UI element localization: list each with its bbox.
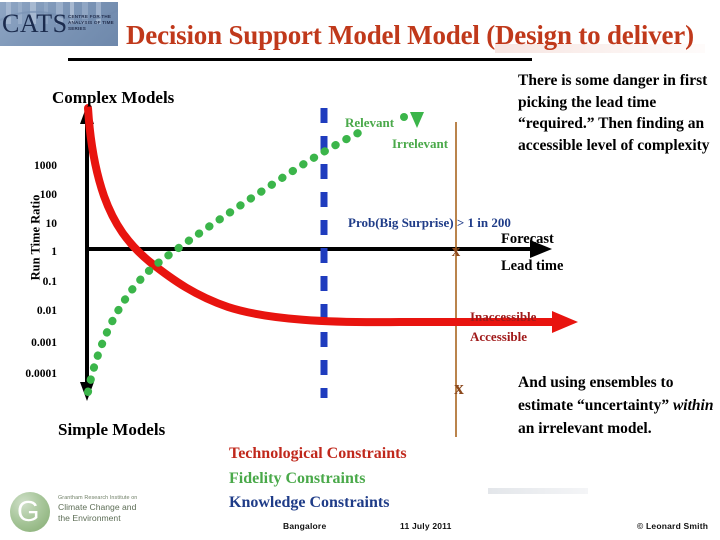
grantham-logo: G Grantham Research Institute on Climate… (10, 490, 200, 535)
grantham-line2: Climate Change and (58, 502, 137, 512)
accessible-label: Accessible (470, 329, 528, 344)
inaccessible-label: Inaccessible (470, 309, 537, 324)
marker-x-lower: x (454, 378, 464, 399)
y-tick-100: 100 (39, 189, 57, 201)
y-tick-0-01: 0.01 (36, 305, 57, 317)
technological-curve-arrow (552, 311, 578, 333)
probability-annotation: Prob(Big Surprise) > 1 in 200 (348, 215, 511, 230)
marker-x-axis: x (452, 241, 461, 260)
x-axis-label-lead-time: Lead time (501, 258, 564, 274)
grantham-circle-icon: G (10, 492, 50, 532)
x-axis-label-forecast: Forecast (501, 231, 554, 247)
y-tick-10: 10 (45, 218, 58, 230)
relevant-label: Relevant (345, 115, 395, 130)
relevance-curve-arrow (410, 112, 424, 128)
note-bottom: And using ensembles to estimate “uncerta… (518, 371, 720, 440)
constraint-knowledge: Knowledge Constraints (229, 494, 390, 511)
constraint-technological: Technological Constraints (229, 445, 407, 462)
constraint-fidelity: Fidelity Constraints (229, 470, 366, 487)
footer-copyright: © Leonard Smith (637, 521, 709, 531)
simple-models-label: Simple Models (58, 420, 166, 439)
note-bottom-emphasis: within (672, 397, 714, 414)
footer-place: Bangalore (283, 521, 327, 531)
y-tick-0-0001: 0.0001 (25, 368, 57, 380)
slide: CATS CENTRE FOR THE ANALYSIS OF TIME SER… (0, 0, 720, 540)
grantham-line3: the Environment (58, 513, 121, 523)
irrelevant-label: Irrelevant (392, 136, 449, 151)
note-top: There is some danger in first picking th… (518, 72, 710, 154)
grantham-line1: Grantham Research Institute on (58, 495, 138, 501)
relevance-curve-dot (400, 113, 408, 121)
grantham-monogram: G (17, 496, 40, 528)
note-bottom-part2: an irrelevant model. (518, 420, 652, 437)
note-bottom-part1: And using ensembles to estimate “uncerta… (518, 374, 674, 414)
y-tick-0-1: 0.1 (42, 276, 57, 288)
y-tick-1000: 1000 (34, 160, 57, 172)
grantham-logo-text: Grantham Research Institute on Climate C… (58, 494, 198, 524)
y-tick-0-001: 0.001 (31, 337, 57, 349)
y-tick-1: 1 (51, 246, 57, 258)
complex-models-label: Complex Models (52, 88, 175, 107)
footer-date: 11 July 2011 (400, 521, 452, 531)
decorative-bar (488, 488, 588, 494)
